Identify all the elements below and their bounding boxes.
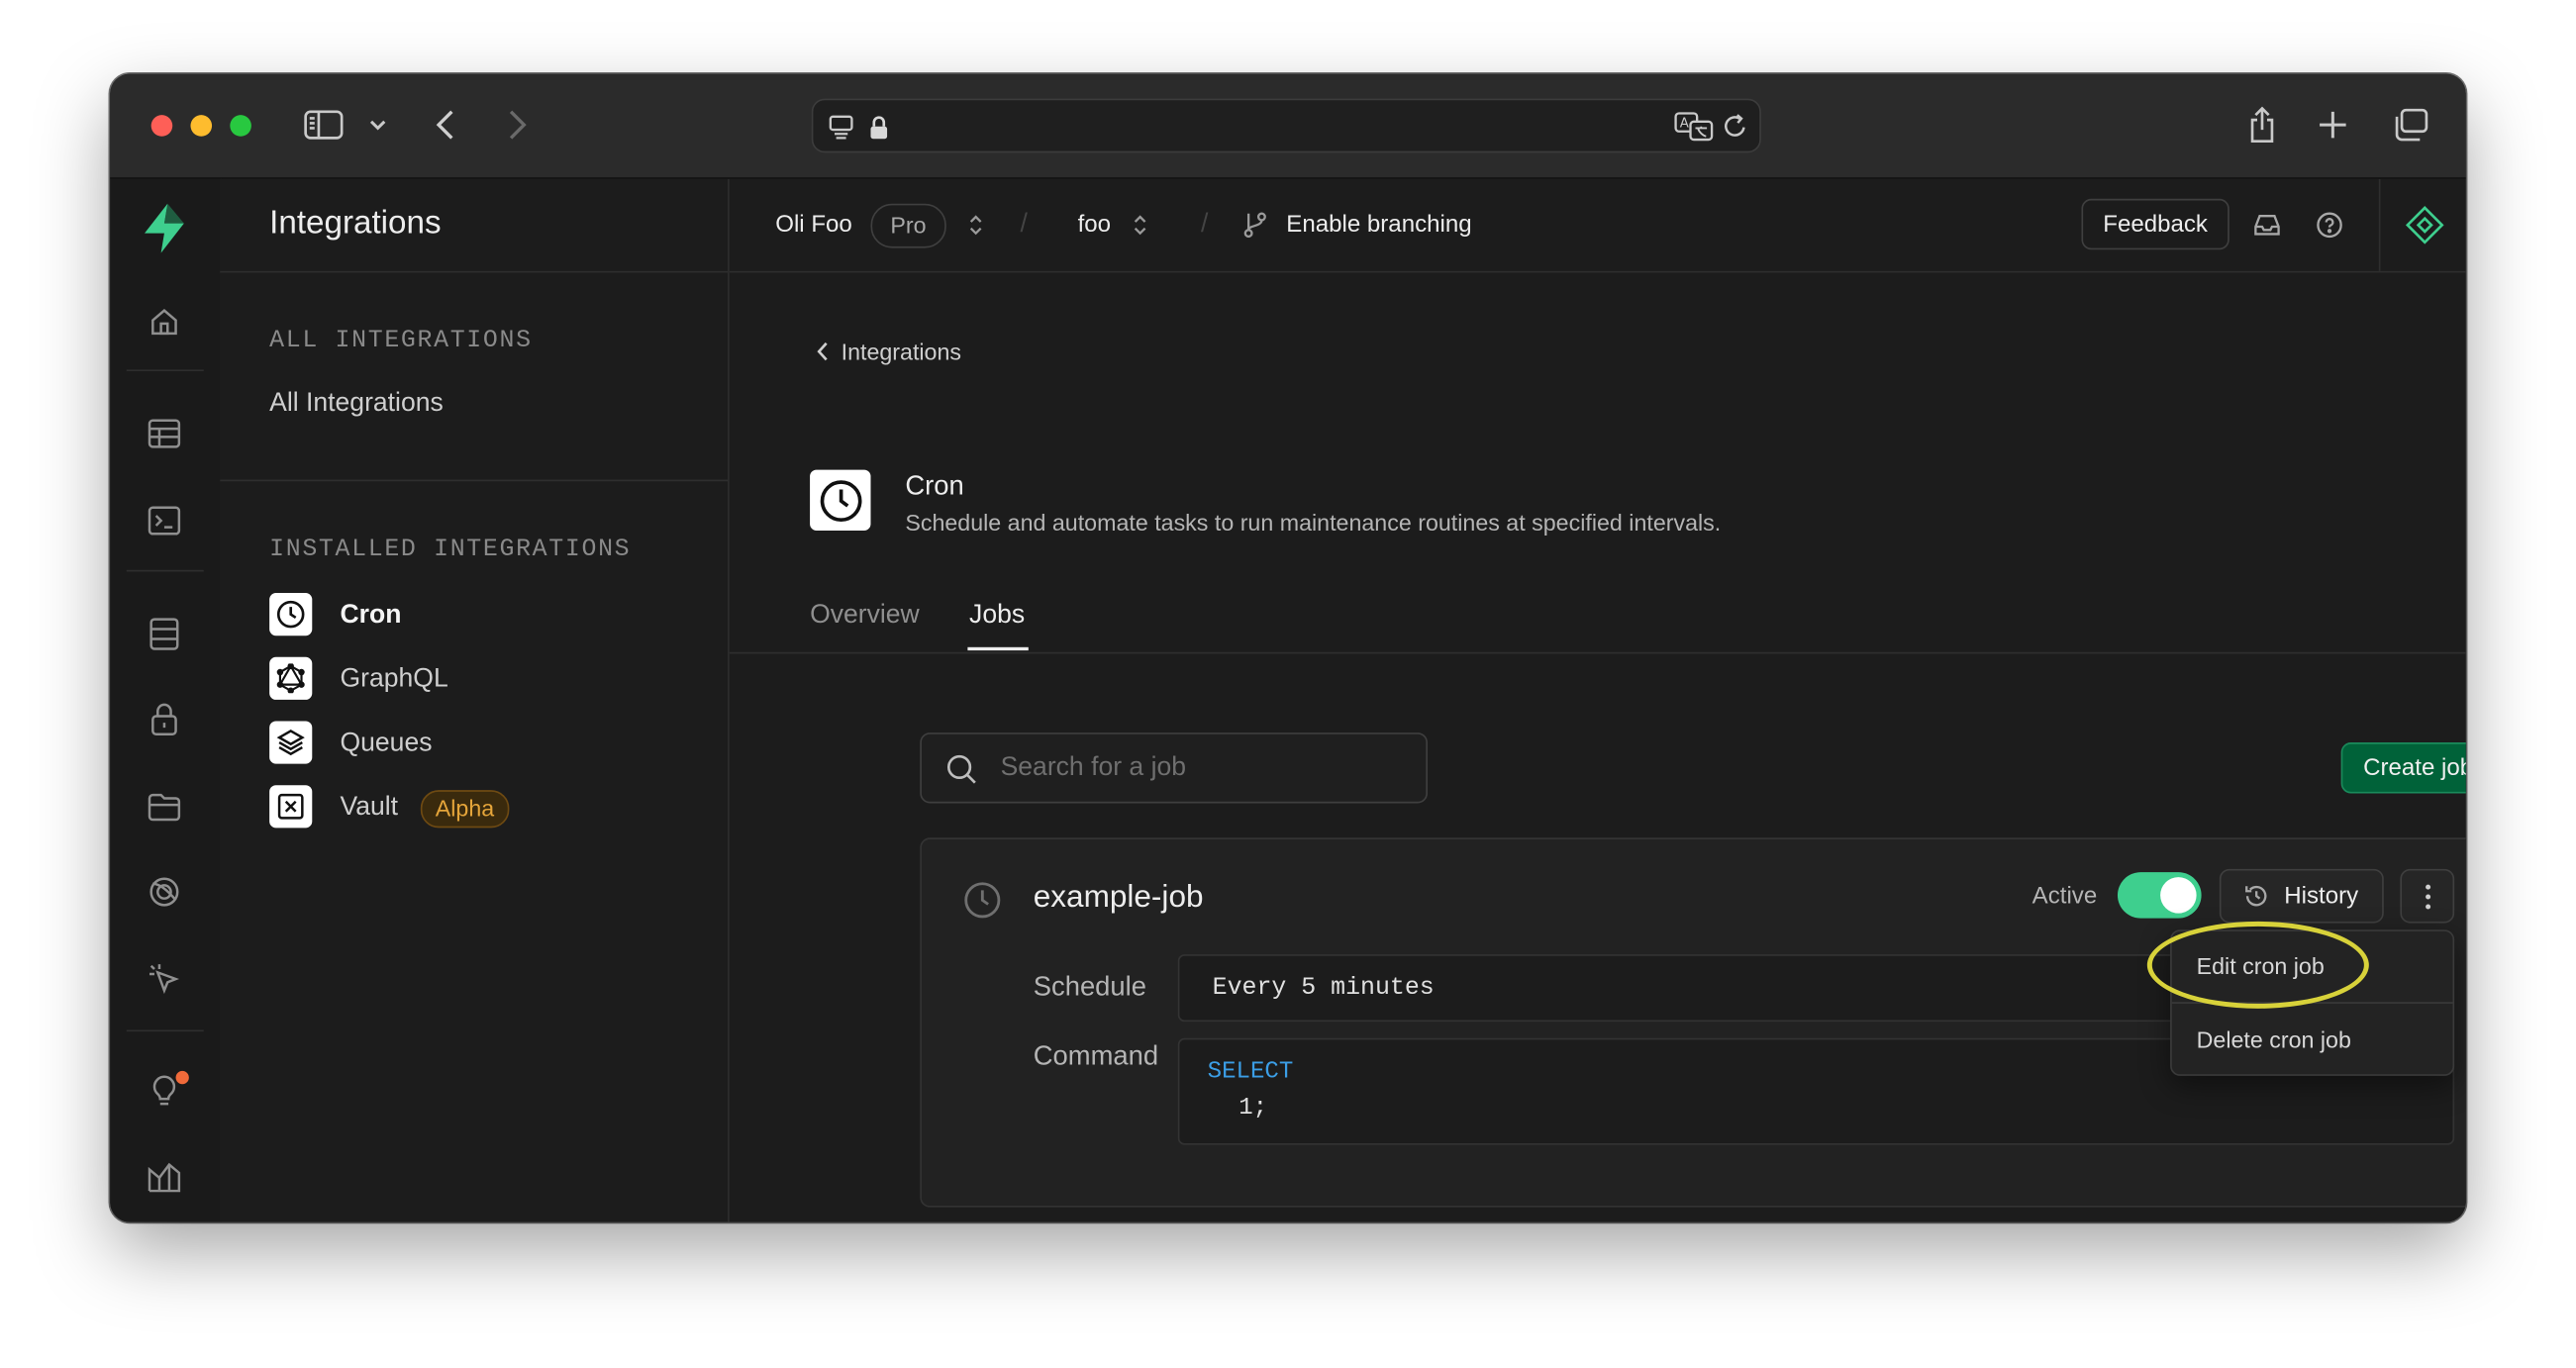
home-icon[interactable] — [143, 301, 185, 343]
integrations-menu: Integrations ALL INTEGRATIONS All Integr… — [220, 178, 730, 1222]
chevron-down-icon[interactable] — [366, 113, 389, 136]
site-icon — [827, 112, 856, 142]
feedback-button[interactable]: Feedback — [2081, 198, 2229, 250]
schedule-label: Schedule — [1033, 972, 1146, 1003]
reload-icon[interactable] — [1720, 112, 1749, 142]
breadcrumb-separator: / — [1020, 210, 1028, 239]
more-vertical-icon — [2425, 883, 2430, 909]
edge-functions-icon[interactable] — [143, 957, 185, 1000]
sidebar-icon[interactable] — [302, 107, 345, 144]
table-editor-icon[interactable] — [143, 413, 185, 455]
command-value: 1; — [1238, 1095, 1268, 1123]
notification-dot — [175, 1070, 189, 1085]
menu-item-label: Queues — [340, 729, 433, 757]
git-branch-icon — [1242, 210, 1269, 240]
sql-editor-icon[interactable] — [143, 499, 185, 541]
enable-branching-button[interactable]: Enable branching — [1286, 212, 1471, 239]
job-clock-icon — [961, 879, 1004, 922]
project-switcher-icon[interactable] — [1131, 212, 1150, 239]
alpha-badge: Alpha — [420, 790, 510, 829]
integration-title: Cron — [905, 471, 964, 502]
search-icon — [944, 752, 977, 785]
menu-item-label: GraphQL — [340, 665, 448, 694]
search-input[interactable]: Search for a job — [920, 733, 1429, 804]
tab-overview[interactable]: Overview — [810, 601, 920, 631]
highlight-ring — [2146, 921, 2369, 1009]
command-keyword: SELECT — [1207, 1059, 1294, 1086]
section-installed-heading: INSTALLED INTEGRATIONS — [269, 535, 632, 564]
tab-active-indicator — [967, 646, 1029, 651]
inbox-icon[interactable] — [2252, 210, 2282, 240]
layers-icon — [269, 721, 313, 764]
database-icon[interactable] — [143, 613, 185, 655]
share-icon[interactable] — [2244, 104, 2281, 147]
supabase-logo-icon[interactable] — [138, 202, 190, 254]
maximize-window-button[interactable] — [230, 115, 251, 137]
job-more-button[interactable] — [2400, 868, 2455, 924]
history-button-label: History — [2284, 882, 2359, 910]
minimize-window-button[interactable] — [190, 115, 213, 137]
lock-icon — [867, 113, 890, 140]
plan-badge: Pro — [870, 203, 946, 248]
realtime-icon[interactable] — [143, 870, 185, 913]
browser-window: A Integrations ALL INTEGRATIONS All Inte… — [110, 73, 2466, 1222]
tab-jobs[interactable]: Jobs — [969, 601, 1025, 631]
main-panel: Oli Foo Pro / foo / Enable branching Fee… — [729, 178, 2466, 1222]
svg-text:A: A — [1680, 117, 1689, 132]
schedule-value: Every 5 minutes — [1212, 974, 1435, 1003]
clock-icon — [269, 593, 313, 636]
search-placeholder: Search for a job — [1000, 753, 1187, 782]
job-name: example-job — [1033, 880, 1204, 916]
menu-title: Integrations — [269, 205, 442, 242]
section-all-heading: ALL INTEGRATIONS — [269, 327, 533, 355]
browser-toolbar: A — [110, 73, 2466, 179]
breadcrumb-integrations[interactable]: Integrations — [842, 339, 961, 365]
tabs-overview-icon[interactable] — [2390, 107, 2429, 144]
breadcrumb-separator: / — [1201, 210, 1209, 239]
translate-icon[interactable]: A — [1672, 110, 1715, 143]
forward-icon[interactable] — [503, 107, 533, 144]
job-status-label: Active — [2031, 883, 2098, 911]
back-icon[interactable] — [431, 107, 460, 144]
cron-logo-icon — [810, 469, 871, 531]
history-button[interactable]: History — [2219, 868, 2384, 924]
org-switcher-icon[interactable] — [966, 212, 986, 239]
new-tab-icon[interactable] — [2315, 107, 2351, 144]
vault-icon — [269, 785, 313, 829]
job-active-toggle[interactable] — [2117, 872, 2202, 919]
storage-icon[interactable] — [143, 785, 185, 828]
delete-cron-job-item[interactable]: Delete cron job — [2197, 1026, 2351, 1053]
address-bar[interactable]: A — [811, 98, 1761, 153]
create-job-button[interactable]: Create job — [2340, 742, 2466, 794]
assistant-icon[interactable] — [2404, 204, 2446, 246]
help-icon[interactable] — [2315, 210, 2344, 240]
close-window-button[interactable] — [150, 115, 173, 137]
integration-description: Schedule and automate tasks to run maint… — [905, 509, 1722, 536]
chevron-left-icon[interactable] — [815, 340, 832, 362]
project-name[interactable]: foo — [1078, 212, 1111, 239]
org-name[interactable]: Oli Foo — [775, 212, 852, 239]
menu-item-all-integrations[interactable]: All Integrations — [269, 389, 444, 419]
reports-icon[interactable] — [143, 1155, 185, 1198]
menu-item-label: Vault — [340, 793, 399, 822]
history-icon — [2244, 884, 2269, 909]
graphql-icon — [269, 656, 313, 700]
menu-item-label: Cron — [340, 601, 402, 630]
command-label: Command — [1033, 1041, 1159, 1071]
app-icon-rail — [110, 178, 223, 1222]
auth-icon[interactable] — [143, 698, 185, 740]
